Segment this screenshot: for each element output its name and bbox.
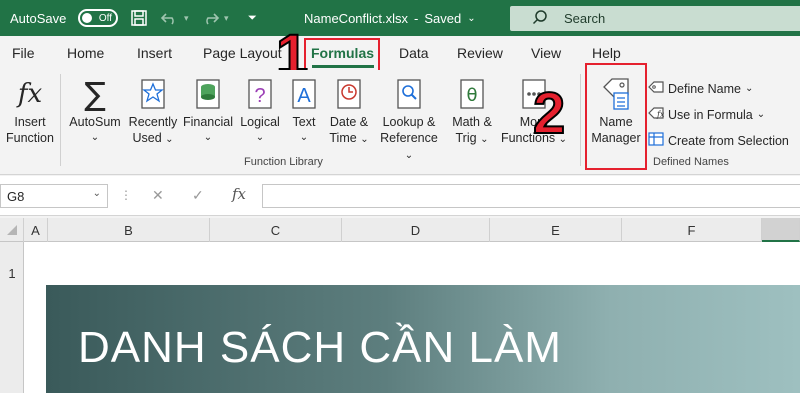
chevron-down-icon: ⌄ [299,132,309,143]
create-from-selection-button[interactable]: Create from Selection [648,132,789,149]
tab-help[interactable]: Help [592,45,621,61]
banner-title: DANH SÁCH CẦN LÀM [78,323,562,372]
chevron-down-icon: ⌄ [480,134,489,145]
svg-text:?: ? [254,85,265,107]
clock-book-icon [324,76,374,112]
formula-bar: G8 ⌄ ⋮ ✕ ✓ fx [0,176,800,216]
annotation-number-2: 2 [532,80,566,147]
cancel-icon[interactable]: ✕ [152,187,164,204]
row-headers: 1 [0,242,24,393]
sigma-icon: ∑ [84,75,106,113]
question-book-icon: ? [236,76,284,112]
star-book-icon [126,76,180,112]
date-time-button[interactable]: Date & Time ⌄ [324,76,374,148]
save-status: Saved [424,10,462,26]
svg-text:fx: fx [656,110,664,119]
toggle-knob [82,13,92,23]
tab-home[interactable]: Home [67,45,104,61]
worksheet-grid[interactable]: 1 DANH SÁCH CẦN LÀM [0,242,800,393]
autosave-toggle[interactable]: Off [78,9,118,27]
file-name: NameConflict.xlsx [304,10,409,26]
letter-a-book-icon: A [286,76,322,112]
tab-insert[interactable]: Insert [137,45,172,61]
column-header-a[interactable]: A [24,218,48,242]
chevron-down-icon: ⌄ [203,132,213,143]
annotation-box-name-manager [585,63,647,170]
define-name-button[interactable]: Define Name ⌄ [648,80,753,97]
svg-text:θ: θ [466,85,477,106]
autosave-state: Off [98,12,112,24]
tag-fx-icon: fx [648,106,665,123]
window-title: NameConflict.xlsx - Saved ⌄ [304,10,476,26]
column-header-e[interactable]: E [490,218,622,242]
redo-dropdown-icon[interactable]: ▾ [224,0,229,36]
svg-text:A: A [297,85,311,107]
chevron-down-icon[interactable]: ⌄ [93,188,101,199]
fx-icon: fx [17,79,43,109]
column-header-d[interactable]: D [342,218,490,242]
search-icon [532,9,548,28]
theta-book-icon: θ [446,76,498,112]
table-tag-icon [648,132,664,149]
redo-icon[interactable] [200,0,220,36]
defined-names-label: Defined Names [653,156,729,168]
coins-book-icon [182,76,234,112]
undo-icon[interactable] [160,0,180,36]
chevron-down-icon: ⌄ [744,83,754,94]
column-header-g[interactable] [762,218,800,242]
chevron-down-icon: ⌄ [360,134,369,145]
name-box[interactable]: G8 ⌄ [0,184,108,208]
chevron-down-icon: ⌄ [165,134,174,145]
select-all-corner[interactable] [0,218,24,242]
tab-view[interactable]: View [531,45,561,61]
column-header-b[interactable]: B [48,218,210,242]
tab-data[interactable]: Data [399,45,429,61]
undo-dropdown-icon[interactable]: ▾ [184,0,189,36]
column-header-f[interactable]: F [622,218,762,242]
chevron-down-icon: ⌄ [90,132,100,143]
row-header-1[interactable]: 1 [0,266,24,281]
chevron-down-icon: ⌄ [756,109,766,120]
tag-icon [648,80,664,97]
enter-icon[interactable]: ✓ [192,187,204,204]
grip-dots-icon[interactable]: ⋮ [120,188,132,202]
formula-input[interactable] [262,184,800,208]
title-bar: AutoSave Off ▾ ▾ ⏷ NameConflict.xlsx - S… [0,0,800,36]
logical-button[interactable]: ? Logical ⌄ [236,76,284,146]
text-button[interactable]: A Text ⌄ [286,76,322,146]
recently-used-button[interactable]: Recently Used ⌄ [126,76,180,148]
financial-button[interactable]: Financial ⌄ [182,76,234,146]
magnifier-book-icon [376,76,442,112]
tab-page-layout[interactable]: Page Layout [203,45,282,61]
math-trig-button[interactable]: θ Math & Trig ⌄ [446,76,498,148]
search-box[interactable]: Search [510,6,800,31]
chevron-down-icon: ⌄ [255,132,265,143]
save-icon[interactable] [130,0,148,36]
ribbon-tabs: File Home Insert Page Layout Formulas Da… [0,36,800,70]
column-header-c[interactable]: C [210,218,342,242]
insert-function-icon[interactable]: fx [232,185,246,203]
use-in-formula-button[interactable]: fx Use in Formula ⌄ [648,106,765,123]
search-label: Search [564,11,606,26]
customize-qat-icon[interactable]: ⏷ [248,0,257,36]
title-banner: DANH SÁCH CẦN LÀM [46,285,800,393]
ribbon-formulas: fx Insert Function ∑ AutoSum ⌄ Recently … [0,70,800,175]
chevron-down-icon[interactable]: ⌄ [467,13,475,24]
column-headers: A B C D E F [0,218,800,242]
function-library-label: Function Library [244,156,323,168]
autosum-button[interactable]: ∑ AutoSum ⌄ [64,76,126,146]
insert-function-button[interactable]: fx Insert Function [4,76,56,146]
chevron-down-icon: ⌄ [404,150,414,161]
tab-review[interactable]: Review [457,45,503,61]
tab-file[interactable]: File [12,45,35,61]
lookup-reference-button[interactable]: Lookup & Reference ⌄ [376,76,442,164]
autosave-label: AutoSave [10,10,67,26]
